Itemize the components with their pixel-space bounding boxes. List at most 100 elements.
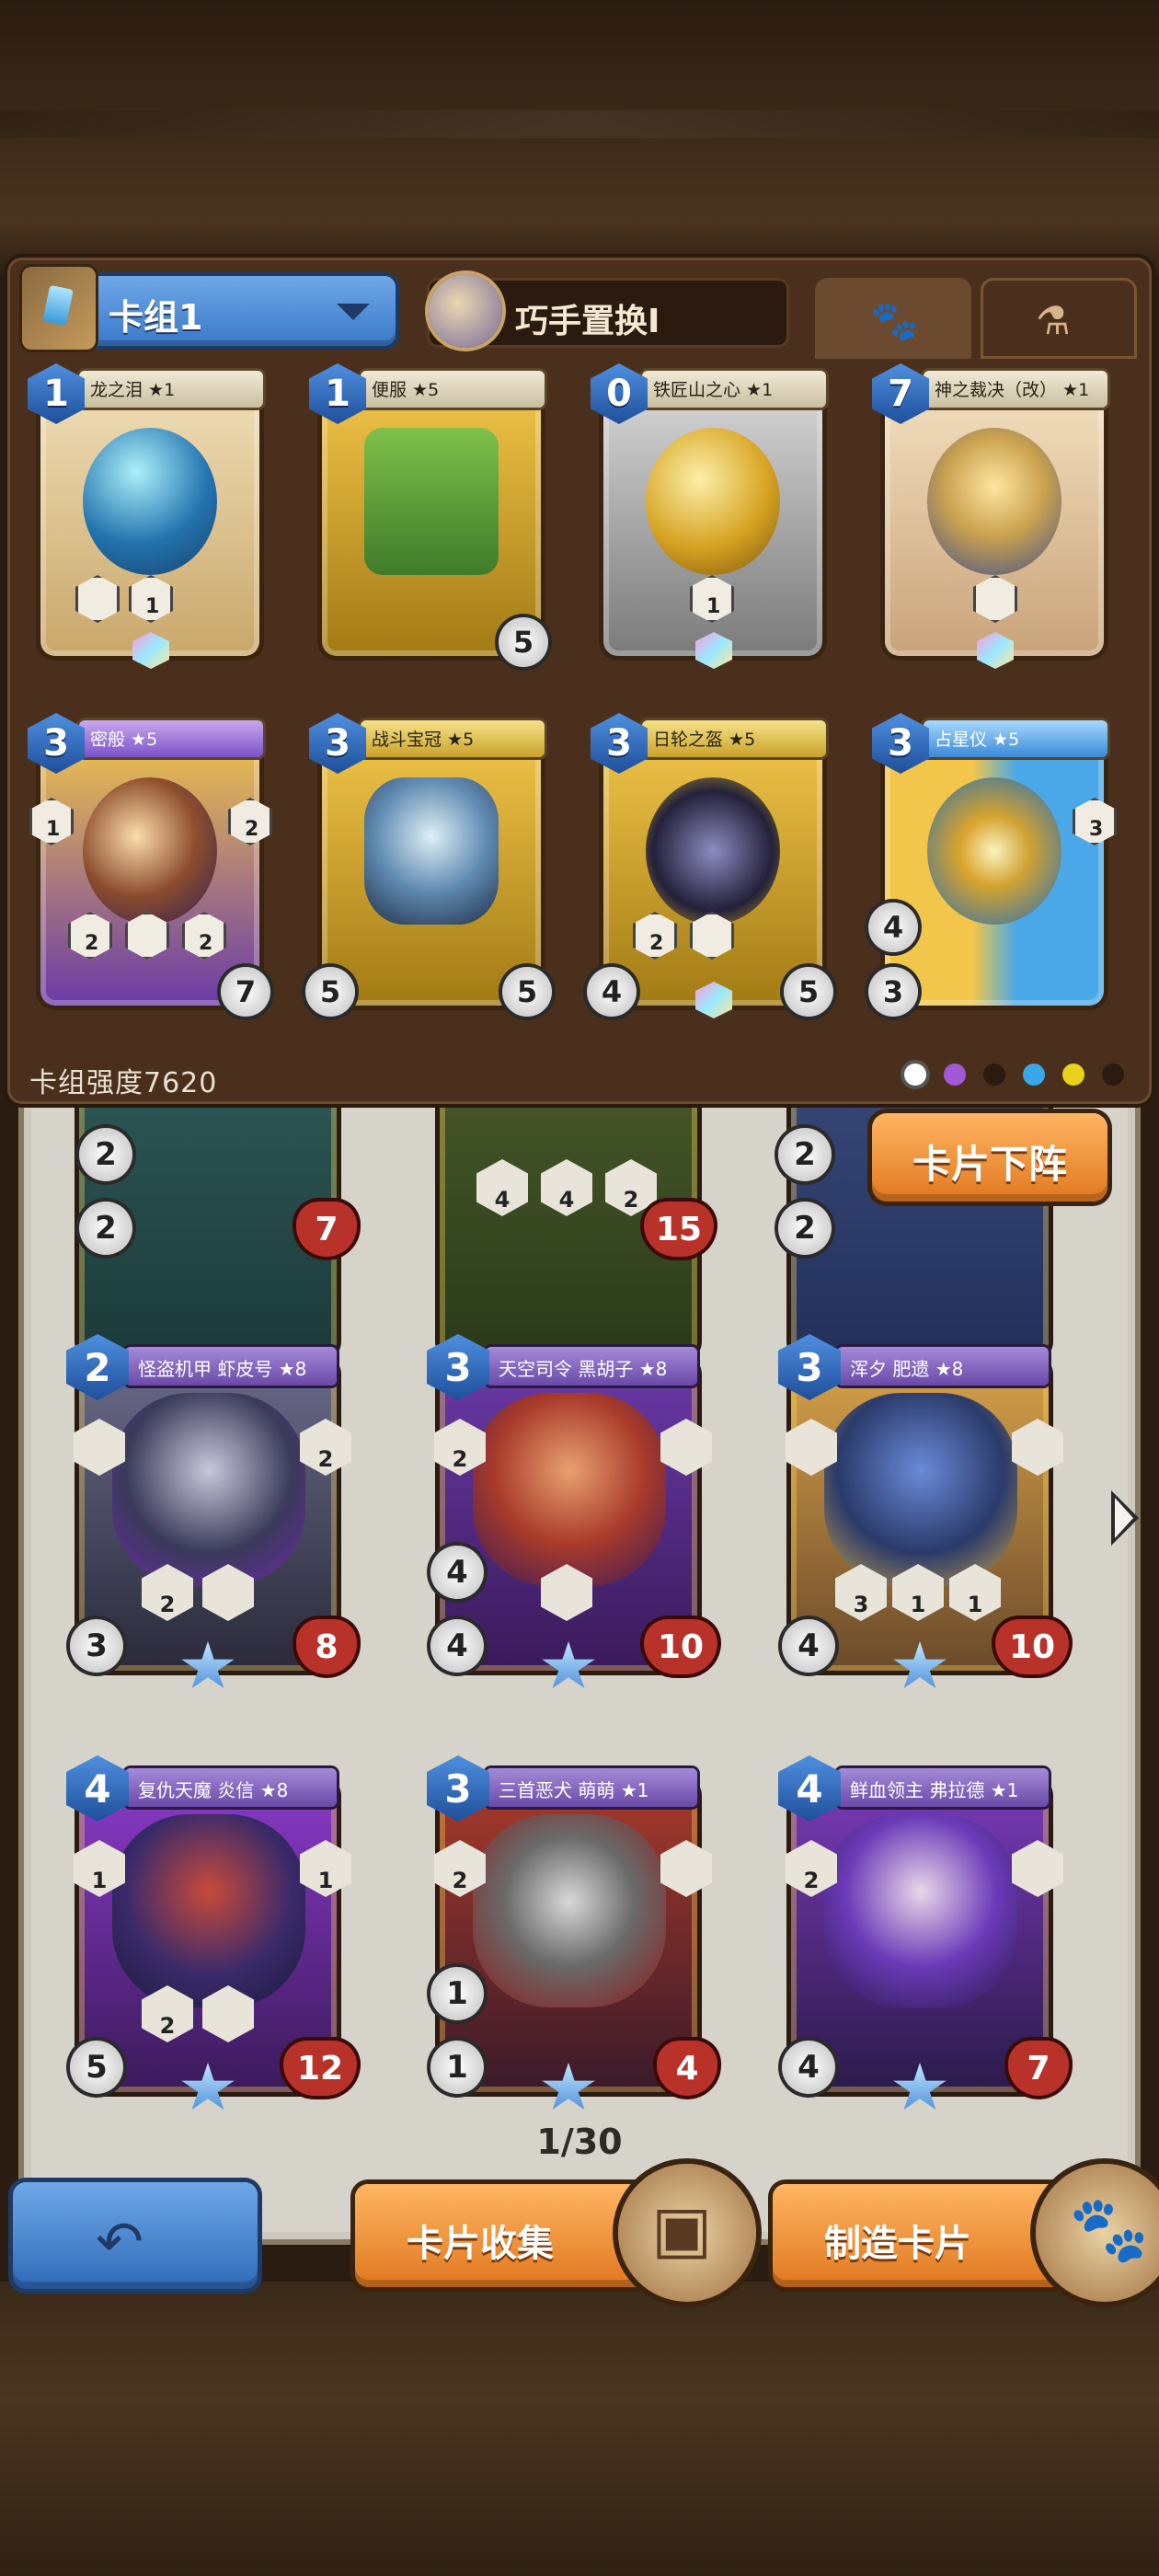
back-button[interactable]: ↶ [13, 2182, 258, 2289]
hp-heart: 7 [1008, 2041, 1069, 2096]
card-name-banner: 龙之泪 ★1 [79, 371, 263, 408]
creature-art [473, 1814, 666, 2007]
helmet-art [646, 777, 780, 925]
deck-book-icon [22, 267, 96, 350]
neutral-icon [903, 1064, 926, 1086]
ability-selector[interactable]: 巧手置换I [427, 274, 789, 348]
deck-card[interactable]: 铁匠山之心 ★1 0 1 [591, 363, 835, 676]
stat-middle: 4 [868, 903, 918, 952]
collection-card[interactable]: 浑夕 肥遗 ★8 3 3 1 1 4 10 [778, 1334, 1069, 1693]
egg-art [83, 428, 217, 575]
deck-selector-dropdown[interactable]: 卡组1 [22, 267, 396, 350]
stat-attack: 4 [782, 1619, 835, 1673]
creature-art [112, 1393, 305, 1586]
card-name-banner: 占星仪 ★5 [924, 720, 1107, 757]
deck-panel: 卡组1 巧手置换I 🐾 ⚗ 龙之泪 ★1 1 1 便服 ★5 1 5 铁匠山之心… [7, 258, 1152, 1104]
hp-heart: 10 [995, 1619, 1069, 1674]
medallion-art [646, 428, 780, 575]
deck-card-grid: 龙之泪 ★1 1 1 便服 ★5 1 5 铁匠山之心 ★1 0 1 神之裁决（改… [28, 363, 1131, 1044]
deck-footer: 卡组强度7620 [7, 1052, 1152, 1099]
creature-art [824, 1393, 1017, 1586]
paw-icon: 🐾 [870, 298, 919, 343]
card-name-banner: 便服 ★5 [361, 371, 545, 408]
tunic-art [364, 428, 499, 575]
deck-card[interactable]: 便服 ★5 1 5 [309, 363, 554, 676]
card-name-banner: 战斗宝冠 ★5 [361, 720, 545, 757]
hex-number: 2 [199, 932, 213, 955]
ability-name: 巧手置换I [515, 303, 660, 340]
shadow-icon [982, 1064, 1005, 1086]
card-name-banner: 浑夕 肥遗 ★8 [837, 1347, 1049, 1386]
stat-durability: 5 [784, 967, 833, 1017]
stat-atk: 2 [79, 1202, 132, 1255]
hex-number: 2 [649, 932, 664, 955]
hex-number: 3 [1089, 818, 1104, 841]
page-indicator: 1/30 [536, 2122, 623, 2162]
scales-art [927, 428, 1061, 575]
collection-card[interactable]: 复仇天魔 炎信 ★8 4 1 1 2 5 12 [66, 1755, 357, 2114]
back-arrow-icon: ↶ [96, 2208, 143, 2275]
next-page-arrow-icon[interactable] [1111, 1490, 1139, 1546]
card-name-banner: 怪盗机甲 虾皮号 ★8 [125, 1347, 337, 1386]
stat-durability: 7 [221, 967, 270, 1017]
stat-attack: 1 [430, 2041, 484, 2094]
deck-card[interactable]: 日轮之盔 ★5 3 2 4 5 [587, 713, 835, 1026]
stat-attack: 5 [70, 2041, 123, 2094]
top-wood-background [0, 0, 1159, 276]
potion-icon: ⚗ [1036, 298, 1071, 343]
card-name-banner: 日轮之盔 ★5 [642, 720, 826, 757]
card-name-banner: 复仇天魔 炎信 ★8 [125, 1768, 337, 1807]
deck-strength: 卡组强度7620 [29, 1067, 218, 1099]
stat-attack: 4 [782, 2041, 835, 2094]
hex-number: 2 [245, 818, 259, 841]
card-name-banner: 神之裁决（改） ★1 [924, 371, 1107, 408]
dice-orb-art [83, 777, 217, 925]
deck-card[interactable]: 战斗宝冠 ★5 3 5 5 [305, 713, 554, 1026]
stat-middle: 1 [430, 1967, 484, 2020]
card-name-banner: 铁匠山之心 ★1 [642, 371, 826, 408]
hp-heart: 15 [644, 1202, 714, 1257]
stat-attack: 3 [70, 1619, 123, 1673]
dark-icon [1102, 1064, 1124, 1086]
hp-heart: 12 [283, 2041, 357, 2096]
stat-durability: 5 [502, 967, 552, 1017]
deck-card[interactable]: 龙之泪 ★1 1 1 [28, 363, 272, 676]
stat-top: 2 [778, 1128, 832, 1181]
hp-heart: 4 [657, 2041, 717, 2096]
ability-avatar [429, 274, 502, 348]
water-icon [1022, 1064, 1045, 1086]
hex-number: 1 [46, 818, 61, 841]
astrolabe-art [927, 777, 1061, 925]
creature-art [824, 1814, 1017, 2007]
stat-middle: 4 [430, 1546, 484, 1599]
remove-card-button[interactable]: 卡片下阵 [872, 1113, 1107, 1202]
hex-number: 2 [85, 932, 99, 955]
stat-top: 2 [79, 1128, 132, 1181]
tab-items[interactable]: ⚗ [981, 278, 1137, 359]
card-name-banner: 密般 ★5 [79, 720, 263, 757]
collection-card[interactable]: 怪盗机甲 虾皮号 ★8 2 2 2 3 8 [66, 1334, 357, 1693]
creature-art [473, 1393, 666, 1586]
collection-card[interactable]: 天空司令 黑胡子 ★8 3 2 4 4 10 [427, 1334, 717, 1693]
card-collection-label: 卡片收集 [407, 2223, 554, 2265]
collection-card[interactable]: 三首恶犬 萌萌 ★1 3 2 1 1 4 [427, 1755, 717, 2114]
hex-number: 1 [145, 595, 160, 618]
card-collection-button[interactable]: 卡片收集 ▣ [355, 2164, 756, 2302]
craft-card-button[interactable]: 制造卡片 🐾 [773, 2164, 1159, 2302]
deck-card[interactable]: 占星仪 ★5 3 3 4 3 [868, 713, 1117, 1026]
deck-card[interactable]: 神之裁决（改） ★1 7 [872, 363, 1117, 676]
stat-attack: 4 [430, 1619, 484, 1673]
paw-jar-icon: 🐾 [1036, 2164, 1159, 2302]
chevron-down-icon [337, 304, 370, 320]
crown-art [364, 777, 499, 925]
stat-attack: 3 [868, 967, 918, 1017]
tab-creatures[interactable]: 🐾 [815, 278, 971, 359]
deck-card[interactable]: 密般 ★5 3 1 2 2 2 7 [28, 713, 272, 1026]
collection-card[interactable]: 鲜血领主 弗拉德 ★1 4 2 4 7 [778, 1755, 1069, 2114]
craft-card-label: 制造卡片 [824, 2223, 971, 2265]
hex-number: 1 [706, 595, 721, 618]
card-name-banner: 鲜血领主 弗拉德 ★1 [837, 1768, 1049, 1807]
deck-name: 卡组1 [109, 297, 203, 338]
creature-art [112, 1814, 305, 2007]
stat-attack: 5 [305, 967, 355, 1017]
